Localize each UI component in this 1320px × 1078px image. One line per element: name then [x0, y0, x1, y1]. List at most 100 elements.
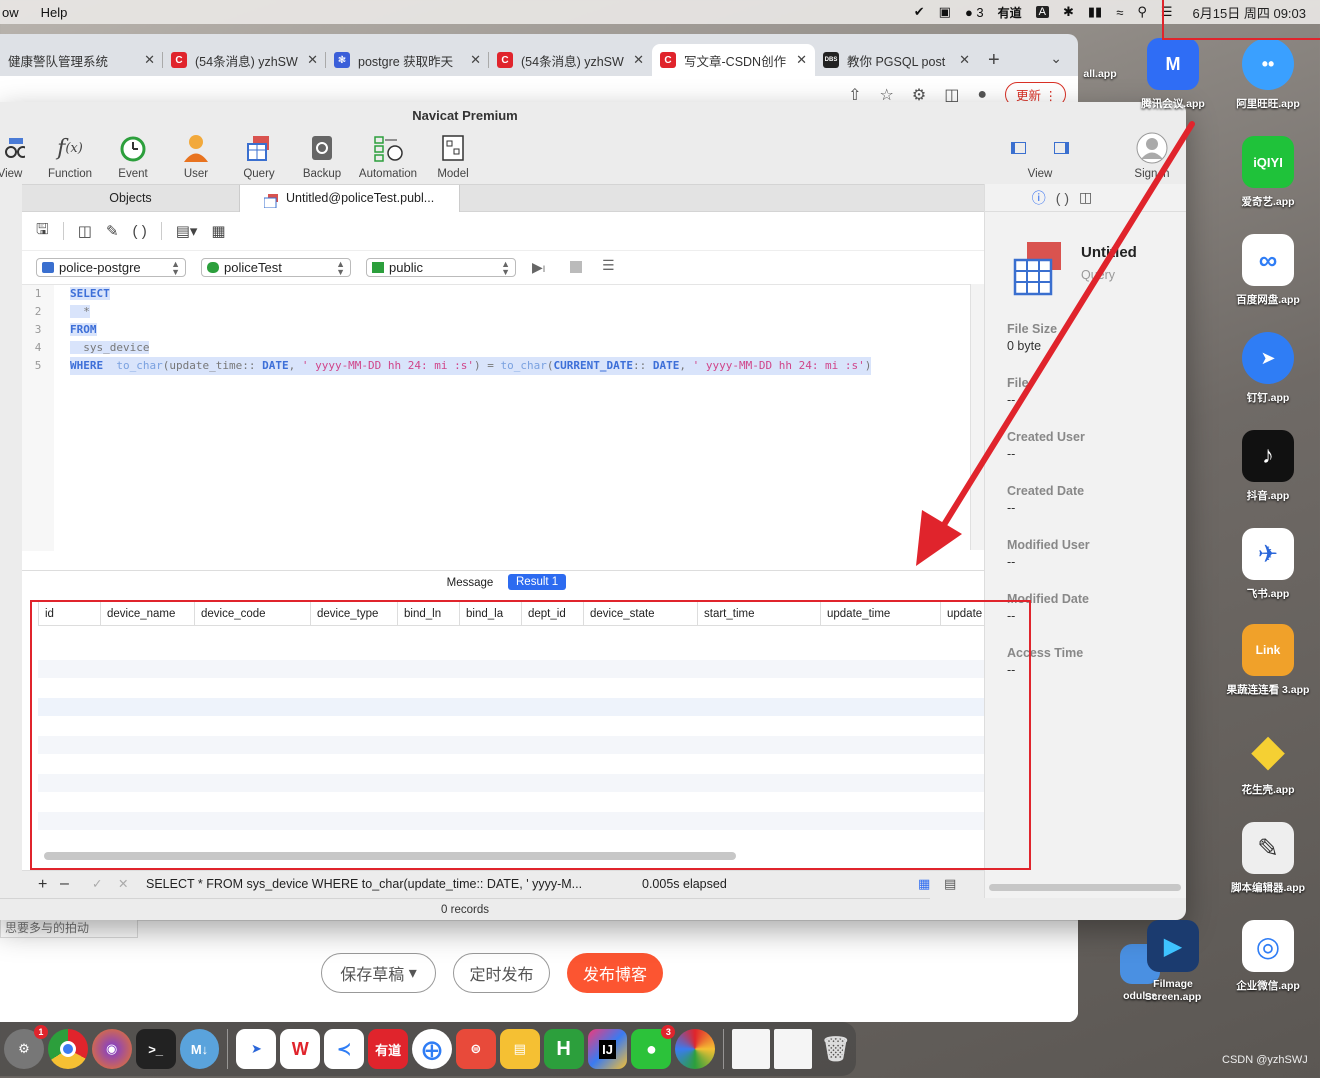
tab-search-icon[interactable]: ⌄: [1050, 50, 1062, 67]
youdao-icon[interactable]: 有道: [368, 1029, 409, 1069]
browser-tab[interactable]: 健康警队管理系统 ✕: [0, 44, 163, 76]
close-icon[interactable]: ✕: [633, 52, 644, 68]
save-draft-button[interactable]: 保存草稿 ▾: [321, 953, 436, 993]
color-palette-icon[interactable]: [675, 1029, 716, 1069]
sql-editor[interactable]: 1 2 3 4 5 SELECT * FROM sys_device WHERE…: [22, 284, 970, 551]
hbuilder-icon[interactable]: H: [543, 1029, 584, 1069]
close-icon[interactable]: ✕: [470, 52, 481, 68]
search-icon[interactable]: ⚲: [1137, 4, 1147, 20]
info-panel-scrollbar[interactable]: [989, 884, 1181, 891]
wifi-icon[interactable]: ≈: [1116, 5, 1123, 20]
delete-record-button[interactable]: –: [60, 875, 69, 893]
schedule-publish-button[interactable]: 定时发布: [453, 953, 550, 993]
preview-icon[interactable]: ◫: [1079, 189, 1092, 206]
toolbar-event-button[interactable]: Event: [103, 132, 163, 180]
toolbar-model-button[interactable]: Model: [423, 132, 483, 180]
query-builder-icon[interactable]: ◫: [78, 222, 92, 240]
chrome-icon[interactable]: [47, 1029, 88, 1069]
run-icon[interactable]: ▶I: [532, 259, 545, 276]
browser-tab[interactable]: ❃ postgre 获取昨天 ✕: [326, 44, 489, 76]
window-thumbnail[interactable]: [732, 1029, 771, 1069]
terminal-icon[interactable]: >_: [135, 1029, 176, 1069]
sign-in-button[interactable]: Sign in: [1122, 132, 1182, 180]
notes-icon[interactable]: ▤: [499, 1029, 540, 1069]
tab-message[interactable]: Message: [440, 577, 500, 589]
desktop-icon-douyin[interactable]: ♪ 抖音.app: [1222, 430, 1314, 503]
close-icon[interactable]: ✕: [307, 52, 318, 68]
desktop-icon-partial[interactable]: all.app: [1070, 62, 1130, 80]
desktop-icon-filmage[interactable]: ▶ Filmage Screen.app: [1127, 920, 1219, 1004]
stop-icon[interactable]: [570, 261, 582, 273]
desktop-icon-dingtalk[interactable]: ➤ 钉钉.app: [1222, 332, 1314, 405]
close-icon[interactable]: ✕: [959, 52, 970, 68]
toolbar-automation-button[interactable]: Automation: [358, 132, 418, 180]
toolbar-user-button[interactable]: User: [166, 132, 226, 180]
marktext-icon[interactable]: M↓: [179, 1029, 220, 1069]
publish-button[interactable]: 发布博客: [567, 953, 663, 993]
wechat-status-icon[interactable]: ● 3: [965, 5, 984, 20]
menu-view[interactable]: ow: [0, 5, 19, 20]
menu-help[interactable]: Help: [39, 5, 68, 20]
tab-query[interactable]: Untitled@policeTest.publ...: [240, 185, 460, 212]
beautify-sql-icon[interactable]: ✎: [106, 222, 119, 240]
profile-avatar[interactable]: ●: [977, 86, 987, 104]
vscode-icon[interactable]: ≺: [324, 1029, 365, 1069]
toolbar-view-toggle[interactable]: View: [1010, 132, 1070, 180]
toolbar-view-button[interactable]: View: [0, 132, 40, 180]
browser-tab[interactable]: DBS 教你 PGSQL post ✕: [815, 44, 978, 76]
export-icon[interactable]: ▦: [211, 222, 225, 240]
save-icon[interactable]: 🖫: [36, 219, 49, 244]
desktop-icon-iqiyi[interactable]: iQIYI 爱奇艺.app: [1222, 136, 1314, 209]
browser-tab-active[interactable]: C 写文章-CSDN创作 ✕: [652, 44, 815, 76]
desktop-icon-fruit-link[interactable]: Link 果蔬连连看 3.app: [1222, 624, 1314, 697]
bluetooth-icon[interactable]: ✱: [1063, 4, 1074, 20]
left-panel-icon[interactable]: [1011, 142, 1026, 154]
text-menu-icon[interactable]: ▤▾: [176, 222, 198, 240]
code-snippet-icon[interactable]: ( ): [133, 223, 147, 240]
status-app-icon[interactable]: ✔: [914, 4, 925, 20]
desktop-icon-peanut-shell[interactable]: ◆ 花生壳.app: [1222, 724, 1314, 797]
add-record-button[interactable]: +: [38, 876, 47, 894]
desktop-icon-script-editor[interactable]: ✎ 脚本编辑器.app: [1222, 822, 1314, 895]
ddl-icon[interactable]: ( ): [1056, 190, 1069, 206]
close-icon[interactable]: ✕: [796, 52, 807, 68]
grid-view-icon[interactable]: ▦: [918, 876, 930, 892]
wps-status-icon[interactable]: ▣: [939, 4, 951, 20]
toolbar-function-button[interactable]: f (x) Function: [40, 132, 100, 181]
connection-select[interactable]: police-postgre ▲ ▼: [36, 258, 186, 277]
desktop-icon-tencent-meeting[interactable]: M 腾讯会议.app: [1127, 38, 1219, 111]
youdao-status[interactable]: 有道: [998, 4, 1022, 21]
browser-tab[interactable]: C (54条消息) yzhSW ✕: [489, 44, 652, 76]
toolbar-query-button[interactable]: Query: [229, 132, 289, 180]
info-icon[interactable]: ⓘ: [1032, 188, 1046, 208]
desktop-icon-wecom[interactable]: ◎ 企业微信.app: [1222, 920, 1314, 993]
right-panel-icon[interactable]: [1054, 142, 1069, 154]
discard-changes-icon[interactable]: ✕: [118, 876, 128, 891]
editor-vertical-scrollbar[interactable]: [970, 284, 984, 550]
wps-icon[interactable]: W: [280, 1029, 321, 1069]
browser-tab[interactable]: C (54条消息) yzhSW ✕: [163, 44, 326, 76]
window-thumbnail[interactable]: [774, 1029, 813, 1069]
battery-icon[interactable]: ▮▮: [1088, 4, 1102, 20]
toolbar-backup-button[interactable]: Backup: [292, 132, 352, 180]
system-preferences-icon[interactable]: ⚙ 1: [4, 1025, 48, 1069]
lark-icon[interactable]: ➤: [236, 1029, 277, 1069]
wechat-icon[interactable]: ● 3: [631, 1025, 676, 1069]
safari-icon[interactable]: ⨁: [412, 1029, 452, 1069]
desktop-icon-feishu[interactable]: ✈ 飞书.app: [1222, 528, 1314, 601]
trash-icon[interactable]: 🗑: [816, 1029, 856, 1069]
input-method-icon[interactable]: A: [1035, 6, 1049, 18]
firefox-icon[interactable]: ◉: [91, 1029, 132, 1069]
desktop-icon-aliwangwang[interactable]: •• 阿里旺旺.app: [1222, 38, 1314, 111]
form-view-icon[interactable]: ▤: [944, 876, 956, 892]
schema-select[interactable]: public ▲ ▼: [366, 258, 516, 277]
intellij-icon[interactable]: IJ: [587, 1029, 628, 1069]
database-select[interactable]: policeTest ▲ ▼: [201, 258, 351, 277]
new-tab-button[interactable]: +: [988, 49, 1000, 72]
apply-changes-icon[interactable]: ✓: [92, 876, 102, 891]
explain-icon[interactable]: ☰: [602, 257, 615, 274]
reminders-icon[interactable]: ⊜: [455, 1029, 496, 1069]
desktop-icon-baidu-netdisk[interactable]: ∞ 百度网盘.app: [1222, 234, 1314, 307]
tab-result-1[interactable]: Result 1: [508, 574, 567, 590]
close-icon[interactable]: ✕: [144, 52, 155, 68]
